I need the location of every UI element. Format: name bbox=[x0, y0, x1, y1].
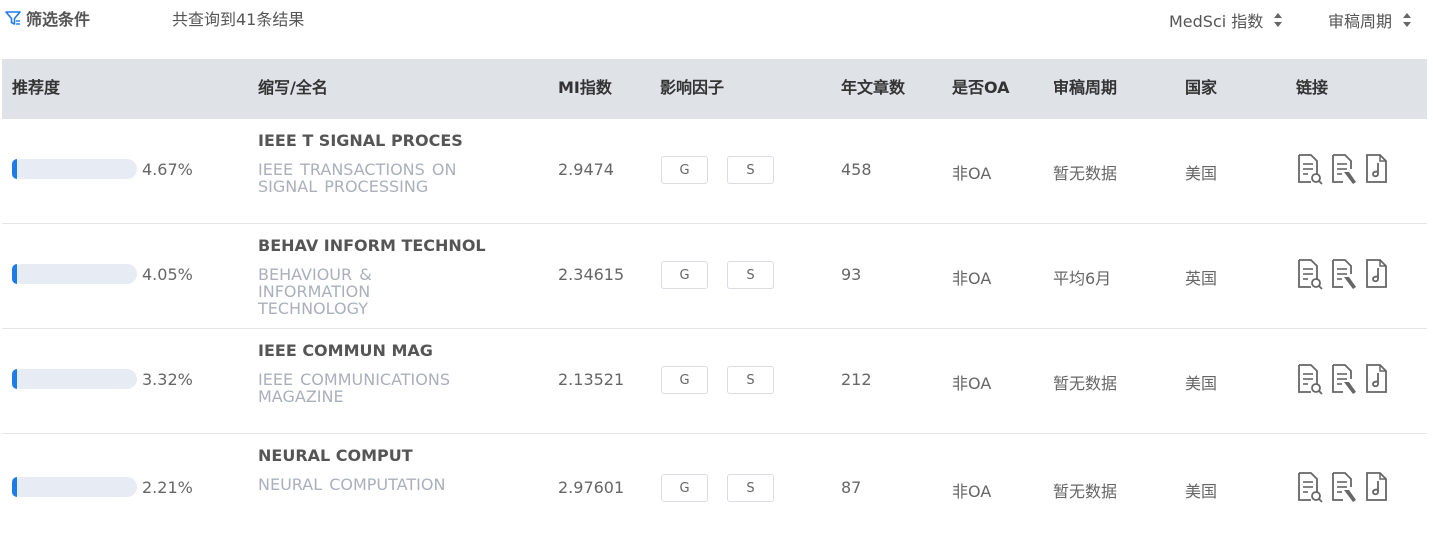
header-country: 国家 bbox=[1185, 78, 1218, 97]
review-period: 暂无数据 bbox=[1053, 482, 1118, 501]
oa-status: 非OA bbox=[952, 374, 992, 393]
mi-index: 2.13521 bbox=[558, 370, 625, 389]
search-document-icon[interactable] bbox=[1295, 363, 1323, 399]
recommend-bar bbox=[12, 477, 137, 497]
journal-fullname: NEURAL COMPUTATION bbox=[258, 475, 446, 494]
link-icons bbox=[1295, 363, 1391, 399]
journal-fullname: IEEE TRANSACTIONS ON SIGNAL PROCESSING bbox=[258, 160, 457, 196]
review-period: 平均6月 bbox=[1053, 269, 1112, 288]
impact-s-button[interactable]: S bbox=[727, 156, 774, 184]
header-oa: 是否OA bbox=[952, 78, 1010, 97]
journal-abbr[interactable]: NEURAL COMPUT bbox=[258, 446, 413, 465]
oa-status: 非OA bbox=[952, 482, 992, 501]
table-header: 推荐度 缩写/全名 MI指数 影响因子 年文章数 是否OA 审稿周期 国家 链接 bbox=[2, 59, 1427, 119]
header-impact: 影响因子 bbox=[660, 78, 725, 97]
table-row: 3.32% IEEE COMMUN MAG IEEE COMMUNICATIONS … bbox=[2, 329, 1427, 434]
oa-status: 非OA bbox=[952, 269, 992, 288]
pdf-document-icon[interactable] bbox=[1363, 258, 1391, 294]
pdf-document-icon[interactable] bbox=[1363, 471, 1391, 507]
recommend-bar-fill bbox=[12, 264, 17, 284]
recommend-bar-fill bbox=[12, 369, 17, 389]
link-icons bbox=[1295, 153, 1391, 189]
journal-abbr[interactable]: IEEE COMMUN MAG bbox=[258, 341, 433, 360]
country: 美国 bbox=[1185, 482, 1218, 501]
annual-articles: 93 bbox=[841, 265, 862, 284]
header-links: 链接 bbox=[1296, 78, 1329, 97]
impact-g-button[interactable]: G bbox=[661, 156, 708, 184]
search-document-icon[interactable] bbox=[1295, 471, 1323, 507]
link-icons bbox=[1295, 471, 1391, 507]
header-review: 审稿周期 bbox=[1053, 78, 1118, 97]
table-row: 4.05% BEHAV INFORM TECHNOL BEHAVIOUR & INF… bbox=[2, 224, 1427, 329]
sort-review-label: 审稿周期 bbox=[1328, 12, 1393, 31]
annual-articles: 458 bbox=[841, 160, 872, 179]
filter-button[interactable]: 筛选条件 bbox=[4, 6, 90, 30]
impact-g-button[interactable]: G bbox=[661, 261, 708, 289]
recommend-percent: 3.32% bbox=[142, 370, 193, 389]
journal-abbr[interactable]: IEEE T SIGNAL PROCES bbox=[258, 131, 463, 150]
annual-articles: 212 bbox=[841, 370, 872, 389]
impact-s-button[interactable]: S bbox=[727, 366, 774, 394]
oa-status: 非OA bbox=[952, 164, 992, 183]
sort-medsci-label: MedSci 指数 bbox=[1169, 12, 1264, 31]
journal-abbr[interactable]: BEHAV INFORM TECHNOL bbox=[258, 236, 486, 255]
country: 英国 bbox=[1185, 269, 1218, 288]
pdf-document-icon[interactable] bbox=[1363, 363, 1391, 399]
recommend-bar bbox=[12, 369, 137, 389]
recommend-percent: 4.05% bbox=[142, 265, 193, 284]
pdf-document-icon[interactable] bbox=[1363, 153, 1391, 189]
link-icons bbox=[1295, 258, 1391, 294]
recommend-bar-fill bbox=[12, 477, 17, 497]
review-period: 暂无数据 bbox=[1053, 374, 1118, 393]
sort-review-button[interactable]: 审稿周期 bbox=[1328, 8, 1412, 32]
review-period: 暂无数据 bbox=[1053, 164, 1118, 183]
header-name: 缩写/全名 bbox=[258, 78, 328, 97]
sort-updown-icon bbox=[1274, 13, 1283, 27]
mi-index: 2.97601 bbox=[558, 478, 625, 497]
filter-label: 筛选条件 bbox=[26, 10, 91, 29]
sort-medsci-button[interactable]: MedSci 指数 bbox=[1169, 8, 1283, 32]
search-document-icon[interactable] bbox=[1295, 258, 1323, 294]
impact-s-button[interactable]: S bbox=[727, 261, 774, 289]
country: 美国 bbox=[1185, 164, 1218, 183]
impact-g-button[interactable]: G bbox=[661, 366, 708, 394]
edit-document-icon[interactable] bbox=[1329, 471, 1357, 507]
funnel-icon bbox=[5, 11, 21, 25]
mi-index: 2.9474 bbox=[558, 160, 614, 179]
mi-index: 2.34615 bbox=[558, 265, 625, 284]
recommend-bar bbox=[12, 159, 137, 179]
table-row: 2.21% NEURAL COMPUT NEURAL COMPUTATION 2.97… bbox=[2, 434, 1427, 538]
search-document-icon[interactable] bbox=[1295, 153, 1323, 189]
toolbar: 筛选条件 共查询到41条结果 MedSci 指数 审稿周期 bbox=[0, 0, 1433, 40]
journal-fullname: BEHAVIOUR & INFORMATION TECHNOLOGY bbox=[258, 265, 372, 318]
edit-document-icon[interactable] bbox=[1329, 363, 1357, 399]
recommend-bar bbox=[12, 264, 137, 284]
recommend-bar-fill bbox=[12, 159, 17, 179]
recommend-percent: 4.67% bbox=[142, 160, 193, 179]
header-mi: MI指数 bbox=[558, 78, 612, 97]
header-recommend: 推荐度 bbox=[12, 78, 61, 97]
impact-s-button[interactable]: S bbox=[727, 474, 774, 502]
impact-g-button[interactable]: G bbox=[661, 474, 708, 502]
recommend-percent: 2.21% bbox=[142, 478, 193, 497]
sort-updown-icon bbox=[1403, 13, 1412, 27]
edit-document-icon[interactable] bbox=[1329, 258, 1357, 294]
header-articles: 年文章数 bbox=[841, 78, 906, 97]
edit-document-icon[interactable] bbox=[1329, 153, 1357, 189]
annual-articles: 87 bbox=[841, 478, 862, 497]
result-count: 共查询到41条结果 bbox=[172, 10, 305, 29]
country: 美国 bbox=[1185, 374, 1218, 393]
journal-fullname: IEEE COMMUNICATIONS MAGAZINE bbox=[258, 370, 450, 406]
table-row: 4.67% IEEE T SIGNAL PROCES IEEE TRANSACTIO… bbox=[2, 119, 1427, 224]
